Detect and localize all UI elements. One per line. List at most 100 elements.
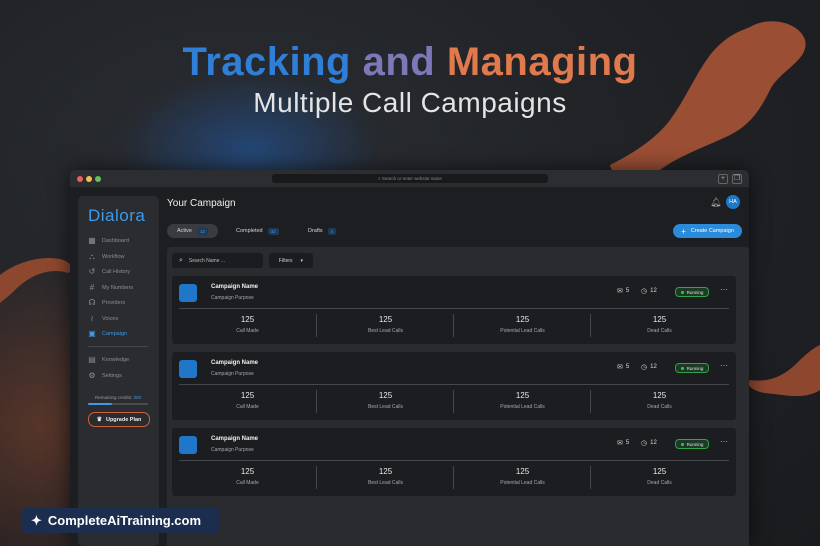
credits-label: Remaining credits: (94, 395, 133, 400)
sidebar-item-campaign[interactable]: ▣ Campaign (88, 328, 127, 340)
sidebar-item-label: Campaign (102, 331, 128, 337)
campaign-purpose: Campaign Purpose (211, 447, 254, 453)
sidebar-item-voices[interactable]: ≀ Voices (88, 313, 119, 325)
clock-count: ◷ 12 (641, 287, 657, 295)
clock-icon: ◷ (641, 364, 648, 371)
stat-value: 125 (240, 467, 255, 476)
stat-label: Best Lead Calls (367, 404, 404, 410)
campaign-card[interactable]: Campaign Name Campaign Purpose ✉ 5 ◷ 12 Ru… (172, 276, 736, 344)
crown-icon: ♛ (96, 417, 102, 423)
page-title: Your Campaign (167, 198, 236, 209)
stat-label: Potential Lead Calls (500, 480, 545, 486)
tab-count: 32 (267, 227, 279, 235)
new-tab-icon[interactable]: + (718, 174, 728, 184)
headline-line-2: Multiple Call Campaigns (253, 87, 567, 118)
stat-best-lead-calls: 125 Best Lead Calls (317, 467, 454, 486)
sidebar-item-knowledge[interactable]: ▤ Knowledge (88, 354, 129, 366)
filters-dropdown[interactable]: Filters ▾ (269, 253, 313, 268)
sidebar-item-label: Dashboard (102, 238, 129, 244)
plus-icon: + (681, 226, 686, 236)
sidebar-item-my-numbers[interactable]: # My Numbers (88, 282, 133, 294)
more-options-icon[interactable]: ··· (720, 437, 728, 446)
stat-potential-lead-calls: 125 Potential Lead Calls (454, 467, 591, 486)
search-placeholder: Search Name ... (188, 257, 226, 264)
more-options-icon[interactable]: ··· (720, 285, 728, 294)
search-input[interactable]: ⌕ Search Name ... (172, 253, 263, 268)
mail-icon: ✉ (617, 288, 623, 295)
hash-icon: # (89, 283, 95, 292)
card-divider (179, 308, 729, 309)
status-label: Running (686, 365, 704, 371)
card-divider (179, 460, 729, 461)
stat-value: 125 (515, 315, 530, 324)
brand-watermark: ✦ CompleteAiTraining.com (22, 508, 219, 533)
sidebar-item-dashboard[interactable]: ▦ Dashboard (88, 235, 129, 247)
campaign-card[interactable]: Campaign Name Campaign Purpose ✉ 5 ◷ 12 Ru… (172, 428, 736, 496)
clock-count-value: 12 (650, 440, 657, 446)
clock-icon: ◷ (641, 288, 648, 295)
avatar[interactable]: HA (726, 195, 740, 209)
headline-word-managing: Managing (446, 40, 638, 84)
tab-completed[interactable]: Completed 32 (226, 224, 289, 238)
more-options-icon[interactable]: ··· (720, 361, 728, 370)
campaign-purpose: Campaign Purpose (211, 371, 254, 377)
tab-active[interactable]: Active 12 (167, 224, 218, 238)
sidebar-item-providers[interactable]: ☊ Providers (88, 297, 125, 309)
close-window-dot[interactable] (77, 176, 83, 182)
stat-dead-calls: 125 Dead Calls (591, 315, 728, 334)
stat-best-lead-calls: 125 Best Lead Calls (317, 391, 454, 410)
credits-value: 300 (133, 395, 142, 400)
sidebar-item-label: Settings (102, 373, 122, 379)
address-bar[interactable]: ⌕ Search or enter website name (272, 174, 548, 183)
campaign-name: Campaign Name (211, 360, 259, 366)
credits-progress-bar (88, 403, 148, 405)
stat-label: Dead Calls (647, 404, 672, 410)
document-icon: ▤ (88, 355, 96, 364)
campaign-list-panel: ⌕ Search Name ... Filters ▾ Campaign Nam… (167, 247, 749, 546)
stat-value: 125 (652, 315, 667, 324)
upgrade-plan-button[interactable]: ♛ Upgrade Plan (88, 412, 150, 427)
campaign-thumbnail (179, 436, 197, 454)
search-icon: ⌕ (179, 256, 183, 264)
decorative-swirl-left (0, 257, 72, 303)
mail-count-value: 5 (625, 364, 630, 370)
clock-count-value: 12 (650, 364, 657, 370)
stat-value: 125 (240, 391, 255, 400)
waveform-icon: ≀ (90, 314, 94, 323)
stat-label: Call Made (236, 480, 259, 486)
stat-label: Best Lead Calls (367, 480, 404, 486)
bell-icon[interactable]: 🔔︎ (710, 197, 721, 208)
status-dot (680, 442, 684, 446)
campaign-card[interactable]: Campaign Name Campaign Purpose ✉ 5 ◷ 12 Ru… (172, 352, 736, 420)
tab-count: 12 (196, 227, 208, 235)
sidebar-item-label: Workflow (102, 254, 125, 260)
minimize-window-dot[interactable] (86, 176, 92, 182)
decorative-swirl-right-lower (748, 345, 820, 397)
maximize-window-dot[interactable] (95, 176, 101, 182)
tab-label: Drafts (308, 228, 323, 234)
sidebar-item-call-history[interactable]: ↺ Call History (88, 266, 130, 278)
stat-label: Potential Lead Calls (500, 328, 545, 334)
filters-label: Filters (278, 257, 293, 264)
headline-word-and: and (362, 40, 436, 84)
tabs-overview-icon[interactable]: ❐ (732, 174, 742, 184)
mail-count: ✉ 5 (617, 287, 629, 295)
create-campaign-button[interactable]: + Create Campaign (673, 224, 742, 238)
stat-dead-calls: 125 Dead Calls (591, 391, 728, 410)
sidebar-item-workflow[interactable]: ⛬ Workflow (88, 251, 125, 263)
sidebar-divider (88, 346, 148, 347)
stat-value: 125 (515, 391, 530, 400)
sidebar-item-settings[interactable]: ⚙ Settings (88, 370, 122, 382)
campaign-thumbnail (179, 360, 197, 378)
tab-label: Active (177, 228, 192, 234)
stat-label: Potential Lead Calls (500, 404, 545, 410)
upgrade-plan-label: Upgrade Plan (105, 416, 142, 423)
clock-count-value: 12 (650, 288, 657, 294)
sidebar-item-label: Call History (102, 269, 131, 275)
tab-drafts[interactable]: Drafts 4 (298, 224, 346, 238)
sidebar: Dialora ▦ Dashboard ⛬ Workflow ↺ Call Hi… (78, 196, 159, 546)
stat-label: Call Made (236, 404, 259, 410)
stat-value: 125 (652, 467, 667, 476)
stat-potential-lead-calls: 125 Potential Lead Calls (454, 391, 591, 410)
tab-count: 4 (327, 227, 337, 235)
